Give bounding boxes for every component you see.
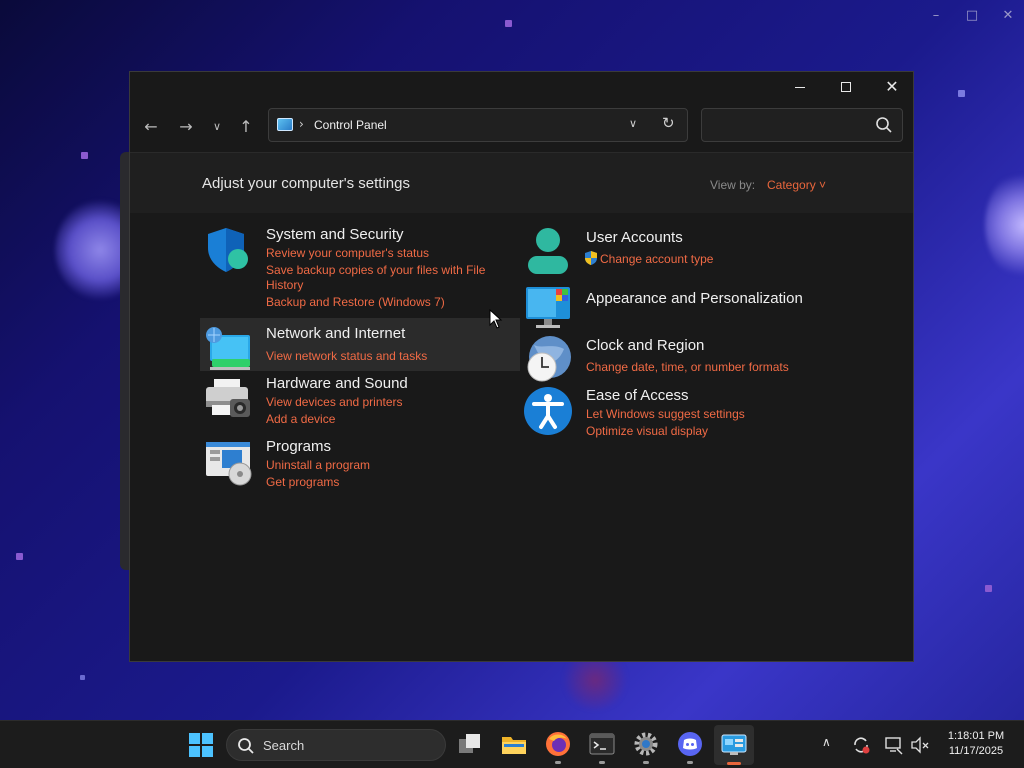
- task-view-icon[interactable]: [457, 731, 483, 757]
- maximize-icon: [841, 82, 851, 92]
- close-icon: ✕: [885, 77, 899, 96]
- chevron-down-icon: ∨: [212, 120, 222, 133]
- taskbar-search-label: Search: [263, 738, 305, 753]
- clock-date: 11/17/2025: [948, 745, 1004, 757]
- maximize-button[interactable]: [823, 72, 869, 102]
- background-maximize-button[interactable]: □: [962, 6, 982, 26]
- chevron-down-icon: ∨: [629, 117, 638, 130]
- user-icon[interactable]: [524, 226, 572, 274]
- refresh-icon: ↻: [662, 114, 675, 132]
- firefox-icon[interactable]: [545, 731, 571, 757]
- category-title[interactable]: Clock and Region: [586, 337, 704, 354]
- refresh-button[interactable]: ↻: [662, 114, 675, 132]
- active-indicator: [727, 762, 741, 765]
- view-by-label: View by:: [710, 178, 756, 192]
- view-by-dropdown[interactable]: Category ˅: [767, 178, 826, 192]
- discord-icon[interactable]: [677, 731, 703, 757]
- clock-time: 1:18:01 PM: [947, 730, 1005, 742]
- navigation-bar: ← → ∨ ↑ › Control Panel ∨ ↻: [130, 102, 913, 152]
- volume-muted-icon[interactable]: [910, 735, 930, 755]
- show-hidden-icons-button[interactable]: ∧: [822, 735, 831, 749]
- terminal-icon[interactable]: [589, 731, 615, 757]
- mouse-cursor-icon: [489, 309, 503, 329]
- sync-icon[interactable]: [851, 735, 871, 755]
- category-title[interactable]: System and Security: [266, 226, 404, 243]
- control-panel-icon: [721, 734, 747, 755]
- decorative-dot: [80, 675, 85, 680]
- category-link[interactable]: Add a device: [266, 412, 335, 426]
- taskbar-clock[interactable]: 1:18:01 PM 11/17/2025: [940, 729, 1012, 759]
- arrow-left-icon: ←: [144, 117, 158, 136]
- category-link[interactable]: Review your computer's status: [266, 246, 429, 260]
- forward-button[interactable]: →: [173, 114, 199, 140]
- page-title: Adjust your computer's settings: [202, 175, 410, 192]
- category-link[interactable]: View network status and tasks: [266, 349, 427, 363]
- background-minimize-button[interactable]: –: [926, 6, 946, 26]
- category-title[interactable]: Hardware and Sound: [266, 375, 408, 392]
- clock-globe-icon[interactable]: [524, 335, 572, 383]
- category-link[interactable]: Change date, time, or number formats: [586, 360, 789, 374]
- title-bar[interactable]: ✕: [130, 72, 913, 102]
- control-panel-window: ✕ ← → ∨ ↑ › Control Panel ∨ ↻ Adjust you…: [129, 71, 914, 662]
- uac-shield-icon: [585, 251, 597, 265]
- category-link[interactable]: Change account type: [600, 252, 713, 266]
- network-icon[interactable]: [204, 325, 252, 373]
- search-icon: [238, 738, 254, 754]
- chevron-up-icon: ∧: [822, 735, 831, 749]
- category-title[interactable]: Programs: [266, 438, 331, 455]
- address-dropdown-button[interactable]: ∨: [629, 117, 637, 130]
- search-icon[interactable]: [875, 116, 893, 134]
- monitor-icon[interactable]: [524, 283, 572, 331]
- running-indicator: [555, 761, 561, 764]
- search-box[interactable]: [701, 108, 903, 142]
- category-title[interactable]: Appearance and Personalization: [586, 290, 803, 307]
- up-button[interactable]: ↑: [233, 114, 259, 140]
- category-link[interactable]: Save backup copies of your files with Fi…: [266, 263, 485, 277]
- decorative-dot: [958, 90, 965, 97]
- running-indicator: [687, 761, 693, 764]
- shield-icon[interactable]: [204, 226, 252, 274]
- category-link[interactable]: History: [266, 278, 303, 292]
- minimize-icon: [795, 86, 805, 88]
- category-link[interactable]: Uninstall a program: [266, 458, 370, 472]
- category-link[interactable]: Get programs: [266, 475, 339, 489]
- decorative-dot: [16, 553, 23, 560]
- running-indicator: [643, 761, 649, 764]
- arrow-right-icon: →: [179, 117, 193, 136]
- start-button[interactable]: [188, 732, 214, 758]
- category-list: System and Security Review your computer…: [130, 213, 913, 663]
- programs-icon[interactable]: [204, 438, 252, 486]
- decorative-dot: [985, 585, 992, 592]
- category-link[interactable]: Let Windows suggest settings: [586, 407, 745, 421]
- network-status-icon[interactable]: [884, 735, 904, 755]
- search-input[interactable]: [710, 116, 860, 134]
- file-explorer-icon[interactable]: [501, 731, 527, 757]
- running-indicator: [599, 761, 605, 764]
- category-title[interactable]: Network and Internet: [266, 325, 405, 342]
- decorative-dot: [81, 152, 88, 159]
- close-button[interactable]: ✕: [869, 72, 915, 102]
- taskbar: Search ∧ 1:18:01 PM 11/17/2025: [0, 720, 1024, 768]
- recent-locations-button[interactable]: ∨: [204, 114, 230, 140]
- breadcrumb-separator[interactable]: ›: [299, 117, 304, 131]
- printer-icon[interactable]: [204, 375, 252, 423]
- category-title[interactable]: User Accounts: [586, 229, 683, 246]
- category-title[interactable]: Ease of Access: [586, 387, 689, 404]
- back-button[interactable]: ←: [138, 114, 164, 140]
- category-link[interactable]: View devices and printers: [266, 395, 403, 409]
- background-close-button[interactable]: ✕: [998, 6, 1018, 26]
- settings-gear-icon[interactable]: [633, 731, 659, 757]
- breadcrumb[interactable]: Control Panel: [314, 118, 387, 132]
- category-link[interactable]: Backup and Restore (Windows 7): [266, 295, 445, 309]
- minimize-button[interactable]: [777, 72, 823, 102]
- category-link[interactable]: Optimize visual display: [586, 424, 708, 438]
- arrow-up-icon: ↑: [239, 117, 253, 136]
- control-panel-icon: [277, 118, 293, 131]
- accessibility-icon[interactable]: [524, 387, 572, 435]
- decorative-dot: [505, 20, 512, 27]
- page-header: Adjust your computer's settings View by:…: [130, 152, 913, 213]
- decorative-orb: [985, 170, 1024, 280]
- taskbar-search[interactable]: Search: [226, 729, 446, 761]
- address-bar[interactable]: › Control Panel ∨ ↻: [268, 108, 688, 142]
